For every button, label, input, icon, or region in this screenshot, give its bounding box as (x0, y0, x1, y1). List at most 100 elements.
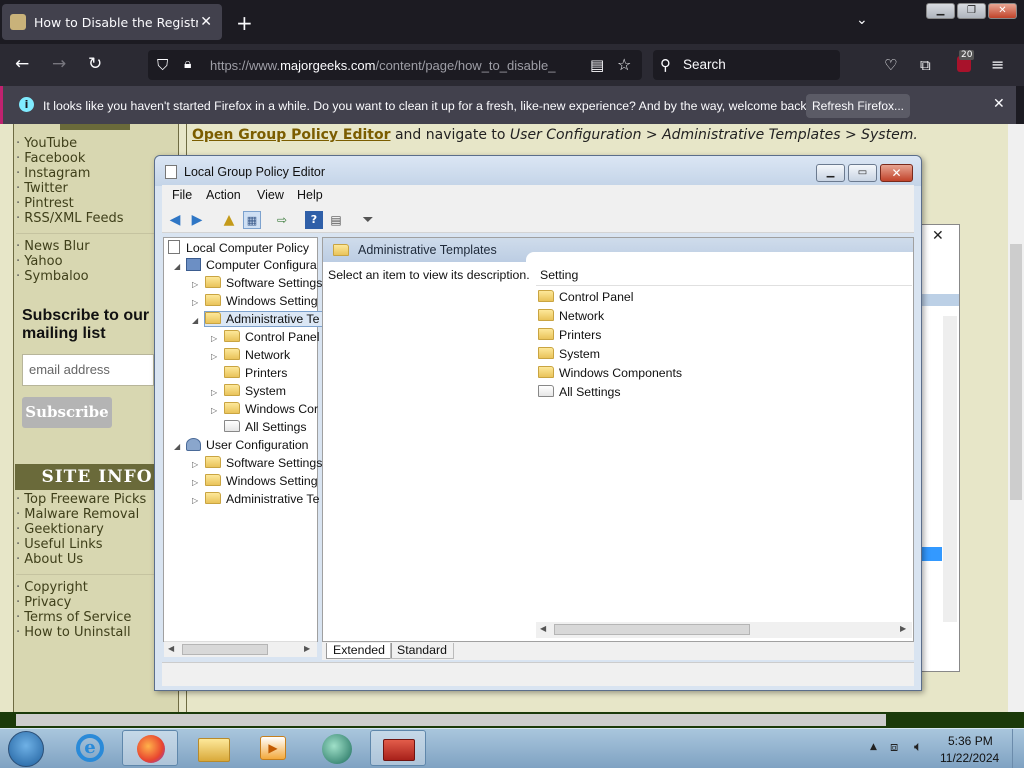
sidebar-link-twitter[interactable]: · Twitter (16, 181, 68, 196)
tree-item-control-panel[interactable]: Control Panel (224, 330, 320, 344)
reload-icon[interactable]: ↻ (88, 54, 102, 74)
sidebar-link-rss-xml-feeds[interactable]: · RSS/XML Feeds (16, 211, 123, 226)
show-hide-tree-icon[interactable]: ▦ (243, 211, 261, 229)
expand-arrow-icon[interactable]: ▷ (211, 352, 217, 361)
list-scroll-thumb[interactable] (554, 624, 750, 635)
clock-date[interactable]: 11/22/2024 (940, 751, 999, 765)
close-notification-icon[interactable]: ✕ (993, 96, 1005, 112)
extensions-icon[interactable]: ⧉ (920, 56, 931, 74)
menu-file[interactable]: File (172, 188, 192, 202)
page-hscroll-thumb[interactable] (16, 714, 886, 726)
export-list-icon[interactable]: ⇨ (273, 211, 291, 229)
expand-arrow-icon[interactable]: ▷ (211, 388, 217, 397)
expand-arrow-icon[interactable]: ▷ (211, 334, 217, 343)
background-dialog-close-icon[interactable]: ✕ (932, 228, 944, 244)
sidebar-link-yahoo[interactable]: · Yahoo (16, 254, 63, 269)
pocket-icon[interactable]: ♡ (884, 56, 897, 74)
sidebar-link-terms-of-service[interactable]: · Terms of Service (16, 610, 131, 625)
forward-icon[interactable]: ▶ (188, 211, 206, 229)
gp-maximize-button[interactable]: ▭ (848, 164, 877, 182)
setting-item-system[interactable]: System (538, 347, 600, 361)
sidebar-link-news-blur[interactable]: · News Blur (16, 239, 90, 254)
setting-column-header-bar[interactable] (536, 264, 912, 286)
new-tab-icon[interactable]: + (236, 11, 253, 35)
help-icon[interactable]: ? (305, 211, 323, 229)
collapse-arrow-icon[interactable]: ◢ (174, 262, 180, 271)
tab-extended[interactable]: Extended (326, 643, 392, 659)
tab-standard[interactable]: Standard (390, 643, 454, 659)
sidebar-link-geektionary[interactable]: · Geektionary (16, 522, 104, 537)
app-taskbar-icon[interactable] (310, 730, 366, 766)
expand-arrow-icon[interactable]: ▷ (192, 280, 198, 289)
menu-view[interactable]: View (257, 188, 284, 202)
reader-view-icon[interactable]: ▤ (590, 56, 604, 74)
back-arrow-icon[interactable]: ← (15, 54, 29, 74)
tree-item-software-settings[interactable]: Software Settings (205, 456, 322, 470)
tree-item-administrative-te[interactable]: Administrative Te (203, 311, 325, 327)
forward-arrow-icon[interactable]: → (52, 54, 66, 74)
refresh-firefox-button[interactable]: Refresh Firefox... (806, 94, 910, 118)
show-desktop-button[interactable] (1012, 729, 1024, 768)
up-folder-icon[interactable]: ▲ (220, 211, 238, 229)
list-horizontal-scrollbar[interactable]: ◀ ▶ (536, 622, 912, 638)
subscribe-button[interactable]: Subscribe (22, 397, 112, 428)
url-text[interactable]: https://www.majorgeeks.com/content/page/… (210, 58, 580, 73)
shield-icon[interactable]: ⛉ (157, 56, 168, 74)
expand-arrow-icon[interactable]: ◢ (192, 316, 198, 325)
tree-local-computer-policy[interactable]: Local Computer Policy (168, 240, 309, 255)
open-group-policy-link[interactable]: Open Group Policy Editor (192, 127, 391, 143)
close-tab-icon[interactable]: ✕ (198, 14, 214, 30)
scroll-left-icon[interactable]: ◀ (540, 624, 546, 633)
scroll-right-icon[interactable]: ▶ (900, 624, 906, 633)
setting-item-network[interactable]: Network (538, 309, 604, 323)
internet-explorer-icon[interactable]: e (62, 730, 118, 766)
list-tabs-icon[interactable]: ⌄ (856, 12, 868, 28)
tree-item-printers[interactable]: Printers (224, 366, 287, 380)
email-field[interactable]: email address (22, 354, 154, 386)
tree-item-windows-setting[interactable]: Windows Setting (205, 294, 318, 308)
sidebar-link-instagram[interactable]: · Instagram (16, 166, 90, 181)
toolbox-taskbar-icon[interactable] (370, 730, 426, 766)
tree-item-all-settings[interactable]: All Settings (224, 420, 307, 434)
menu-help[interactable]: Help (297, 188, 323, 202)
firefox-taskbar-icon[interactable] (122, 730, 178, 766)
sidebar-link-how-to-uninstall[interactable]: · How to Uninstall (16, 625, 131, 640)
page-scroll-thumb[interactable] (1010, 244, 1022, 500)
tree-scroll-thumb[interactable] (182, 644, 268, 655)
network-icon[interactable]: ⧈ (890, 740, 898, 755)
sidebar-link-useful-links[interactable]: · Useful Links (16, 537, 103, 552)
background-dialog-scrollbar[interactable] (943, 316, 957, 622)
gp-close-button[interactable]: ✕ (880, 164, 913, 182)
sidebar-link-facebook[interactable]: · Facebook (16, 151, 85, 166)
setting-column-header[interactable]: Setting (540, 268, 578, 282)
setting-item-all-settings[interactable]: All Settings (538, 385, 621, 399)
search-box[interactable] (653, 50, 840, 80)
browser-tab[interactable]: How to Disable the Registry Edit ✕ (2, 4, 222, 40)
close-window-button[interactable]: ✕ (988, 3, 1017, 19)
tree-computer-configuration[interactable]: Computer Configura (186, 258, 317, 272)
collapse-arrow-icon[interactable]: ◢ (174, 442, 180, 451)
setting-item-windows-components[interactable]: Windows Components (538, 366, 682, 380)
volume-muted-icon[interactable]: 🔈︎ (914, 739, 922, 755)
expand-arrow-icon[interactable]: ▷ (192, 298, 198, 307)
back-icon[interactable]: ◀ (166, 211, 184, 229)
tree-user-configuration[interactable]: User Configuration (186, 438, 309, 452)
expand-arrow-icon[interactable]: ▷ (192, 496, 198, 505)
tree-item-windows-setting[interactable]: Windows Setting (205, 474, 318, 488)
sidebar-link-top-freeware-picks[interactable]: · Top Freeware Picks (16, 492, 146, 507)
sidebar-link-youtube[interactable]: · YouTube (16, 136, 77, 151)
show-hidden-icons[interactable]: ▲ (870, 742, 877, 752)
hamburger-menu-icon[interactable]: ≡ (991, 55, 1004, 74)
sidebar-link-pintrest[interactable]: · Pintrest (16, 196, 74, 211)
sidebar-link-copyright[interactable]: · Copyright (16, 580, 88, 595)
expand-arrow-icon[interactable]: ▷ (192, 460, 198, 469)
sidebar-link-malware-removal[interactable]: · Malware Removal (16, 507, 139, 522)
setting-item-printers[interactable]: Printers (538, 328, 601, 342)
minimize-window-button[interactable]: ▁ (926, 3, 955, 19)
menu-action[interactable]: Action (206, 188, 241, 202)
tree-item-windows-cor[interactable]: Windows Cor (224, 402, 318, 416)
properties-icon[interactable]: ▤ (327, 211, 345, 229)
sidebar-link-symbaloo[interactable]: · Symbaloo (16, 269, 89, 284)
explorer-taskbar-icon[interactable] (186, 730, 242, 766)
sidebar-link-privacy[interactable]: · Privacy (16, 595, 71, 610)
